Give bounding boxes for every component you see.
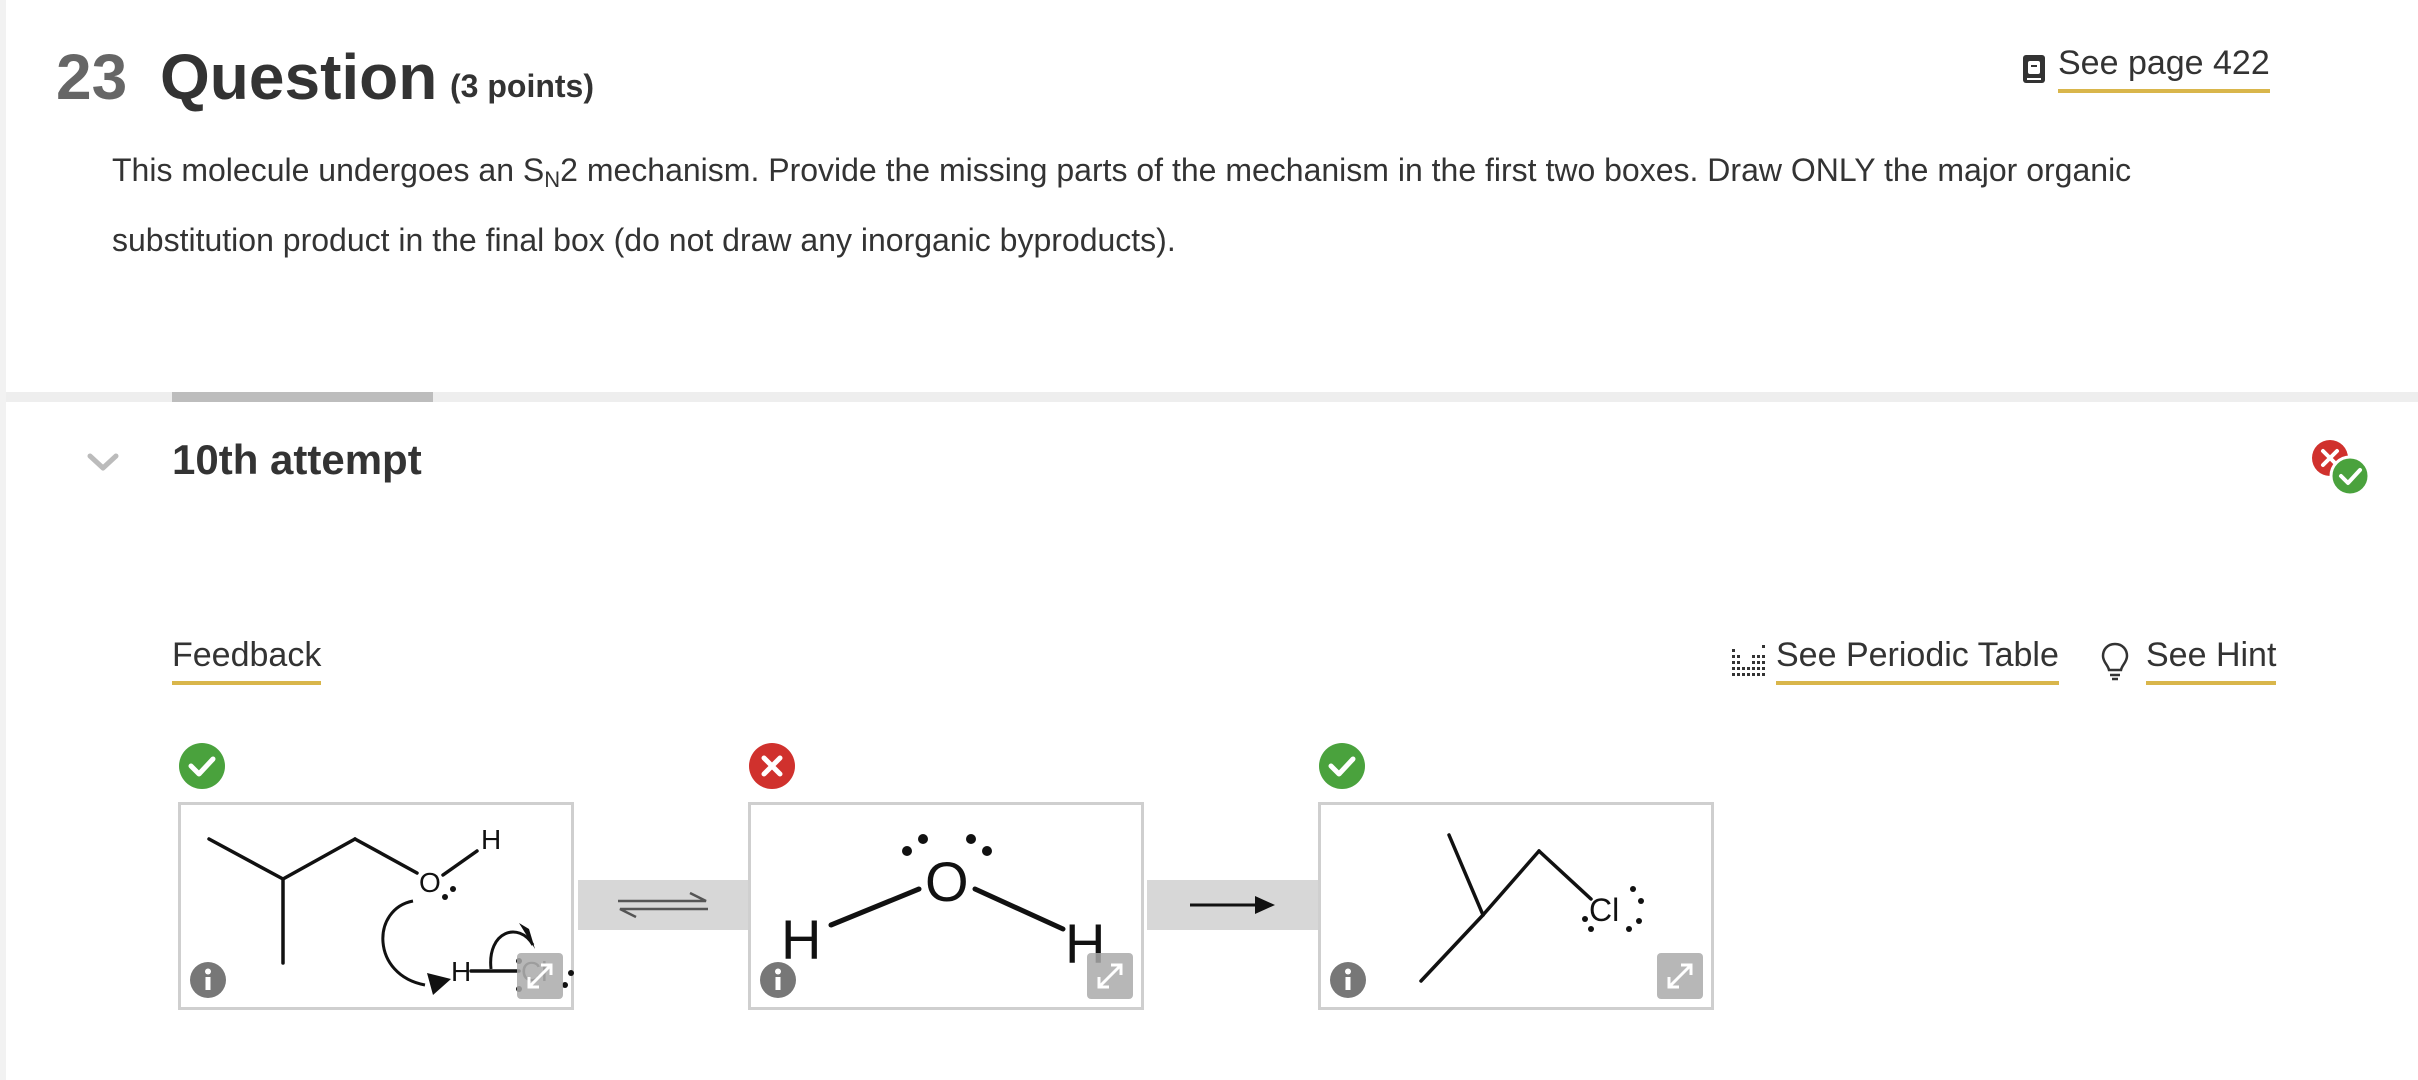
- periodic-table-link-group[interactable]: See Periodic Table: [1730, 636, 2059, 685]
- periodic-table-icon: [1732, 644, 1765, 676]
- correct-icon: [1319, 743, 1365, 789]
- prompt-text-1: This molecule undergoes an S: [112, 152, 545, 188]
- left-edge: [0, 0, 6, 1080]
- equilibrium-arrows-icon: [618, 891, 708, 919]
- attempt-label[interactable]: 10th attempt: [172, 436, 422, 484]
- question-prompt: This molecule undergoes an SN2 mechanism…: [112, 140, 2252, 270]
- hint-link[interactable]: See Hint: [2146, 636, 2277, 685]
- expand-icon[interactable]: [517, 953, 563, 999]
- reaction-arrow-icon: [1190, 896, 1275, 914]
- mixed-status-icon: [2312, 440, 2371, 497]
- mechanism-box-2[interactable]: O H H: [748, 802, 1144, 1010]
- info-icon[interactable]: [1329, 961, 1367, 999]
- chevron-down-icon[interactable]: [86, 452, 120, 474]
- correct-icon: [179, 743, 225, 789]
- mechanism-box-3[interactable]: Cl: [1318, 802, 1714, 1010]
- atom-oxygen: O: [419, 867, 441, 898]
- atom-chlorine: Cl: [1589, 892, 1619, 928]
- mechanism-box-1[interactable]: O H H Cl: [178, 802, 574, 1010]
- see-page-link[interactable]: See page 422: [2058, 44, 2270, 93]
- expand-icon[interactable]: [1087, 953, 1133, 999]
- question-title: Question: [160, 41, 438, 113]
- question-points: (3 points): [450, 68, 594, 104]
- info-icon[interactable]: [759, 961, 797, 999]
- see-page-link-group[interactable]: See page 422: [2022, 44, 2270, 93]
- atom-hydrogen-top: H: [481, 824, 501, 855]
- prompt-subscript: N: [544, 167, 561, 192]
- expand-icon[interactable]: [1657, 953, 1703, 999]
- hint-link-group[interactable]: See Hint: [2100, 636, 2277, 685]
- incorrect-icon: [749, 743, 795, 789]
- attempt-tab-indicator: [172, 392, 433, 402]
- feedback-link[interactable]: Feedback: [172, 636, 322, 685]
- periodic-table-link[interactable]: See Periodic Table: [1776, 636, 2059, 685]
- atom-hydrogen-mid: H: [451, 956, 471, 987]
- lightbulb-icon: [2101, 642, 2129, 680]
- ebook-icon: [2023, 54, 2045, 83]
- question-number: 23: [56, 41, 128, 113]
- atom-oxygen: O: [925, 850, 969, 913]
- reaction-connector: [1147, 880, 1318, 930]
- info-icon[interactable]: [189, 961, 227, 999]
- equilibrium-connector: [578, 880, 748, 930]
